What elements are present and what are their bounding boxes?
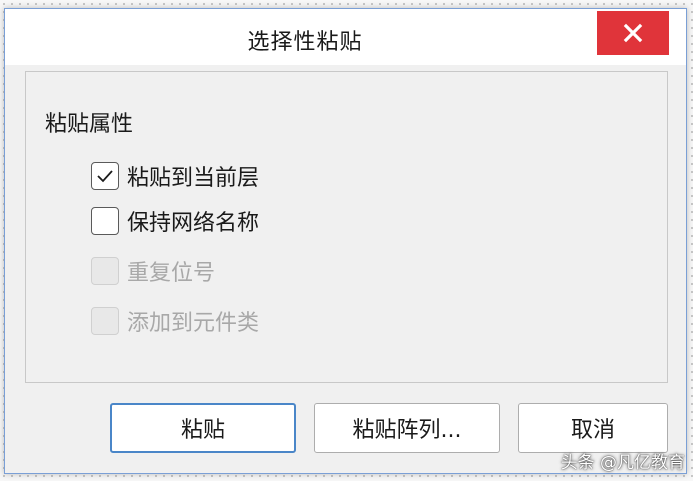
checkbox-duplicate-designator [91,257,119,285]
option-duplicate-designator: 重复位号 [91,255,215,287]
canvas-background: 选择性粘贴 粘贴属性 粘贴到当前层 保持网络名称 重复位号 添加到元件类 粘贴 … [0,0,693,481]
group-label: 粘贴属性 [45,112,134,137]
close-button[interactable] [597,11,669,55]
option-add-to-component-class: 添加到元件类 [91,305,259,337]
option-label: 保持网络名称 [127,211,260,236]
option-label: 添加到元件类 [127,311,260,336]
title-bar[interactable]: 选择性粘贴 [5,9,686,65]
paste-button[interactable]: 粘贴 [110,403,296,453]
option-keep-net-name[interactable]: 保持网络名称 [91,205,259,237]
close-icon [623,23,643,43]
paste-array-button[interactable]: 粘贴阵列... [314,403,500,453]
paste-special-dialog: 选择性粘贴 粘贴属性 粘贴到当前层 保持网络名称 重复位号 添加到元件类 粘贴 … [4,8,687,474]
dialog-title: 选择性粘贴 [247,30,363,55]
checkbox-keep-net-name[interactable] [91,207,119,235]
option-label: 粘贴到当前层 [127,166,260,191]
checkmark-icon [97,170,113,183]
checkbox-add-to-component-class [91,307,119,335]
watermark-text: 头条 @凡亿教育 [560,453,685,473]
checkbox-paste-to-current-layer[interactable] [91,162,119,190]
cancel-button[interactable]: 取消 [518,403,668,453]
option-label: 重复位号 [127,261,216,286]
option-paste-to-current-layer[interactable]: 粘贴到当前层 [91,160,259,192]
